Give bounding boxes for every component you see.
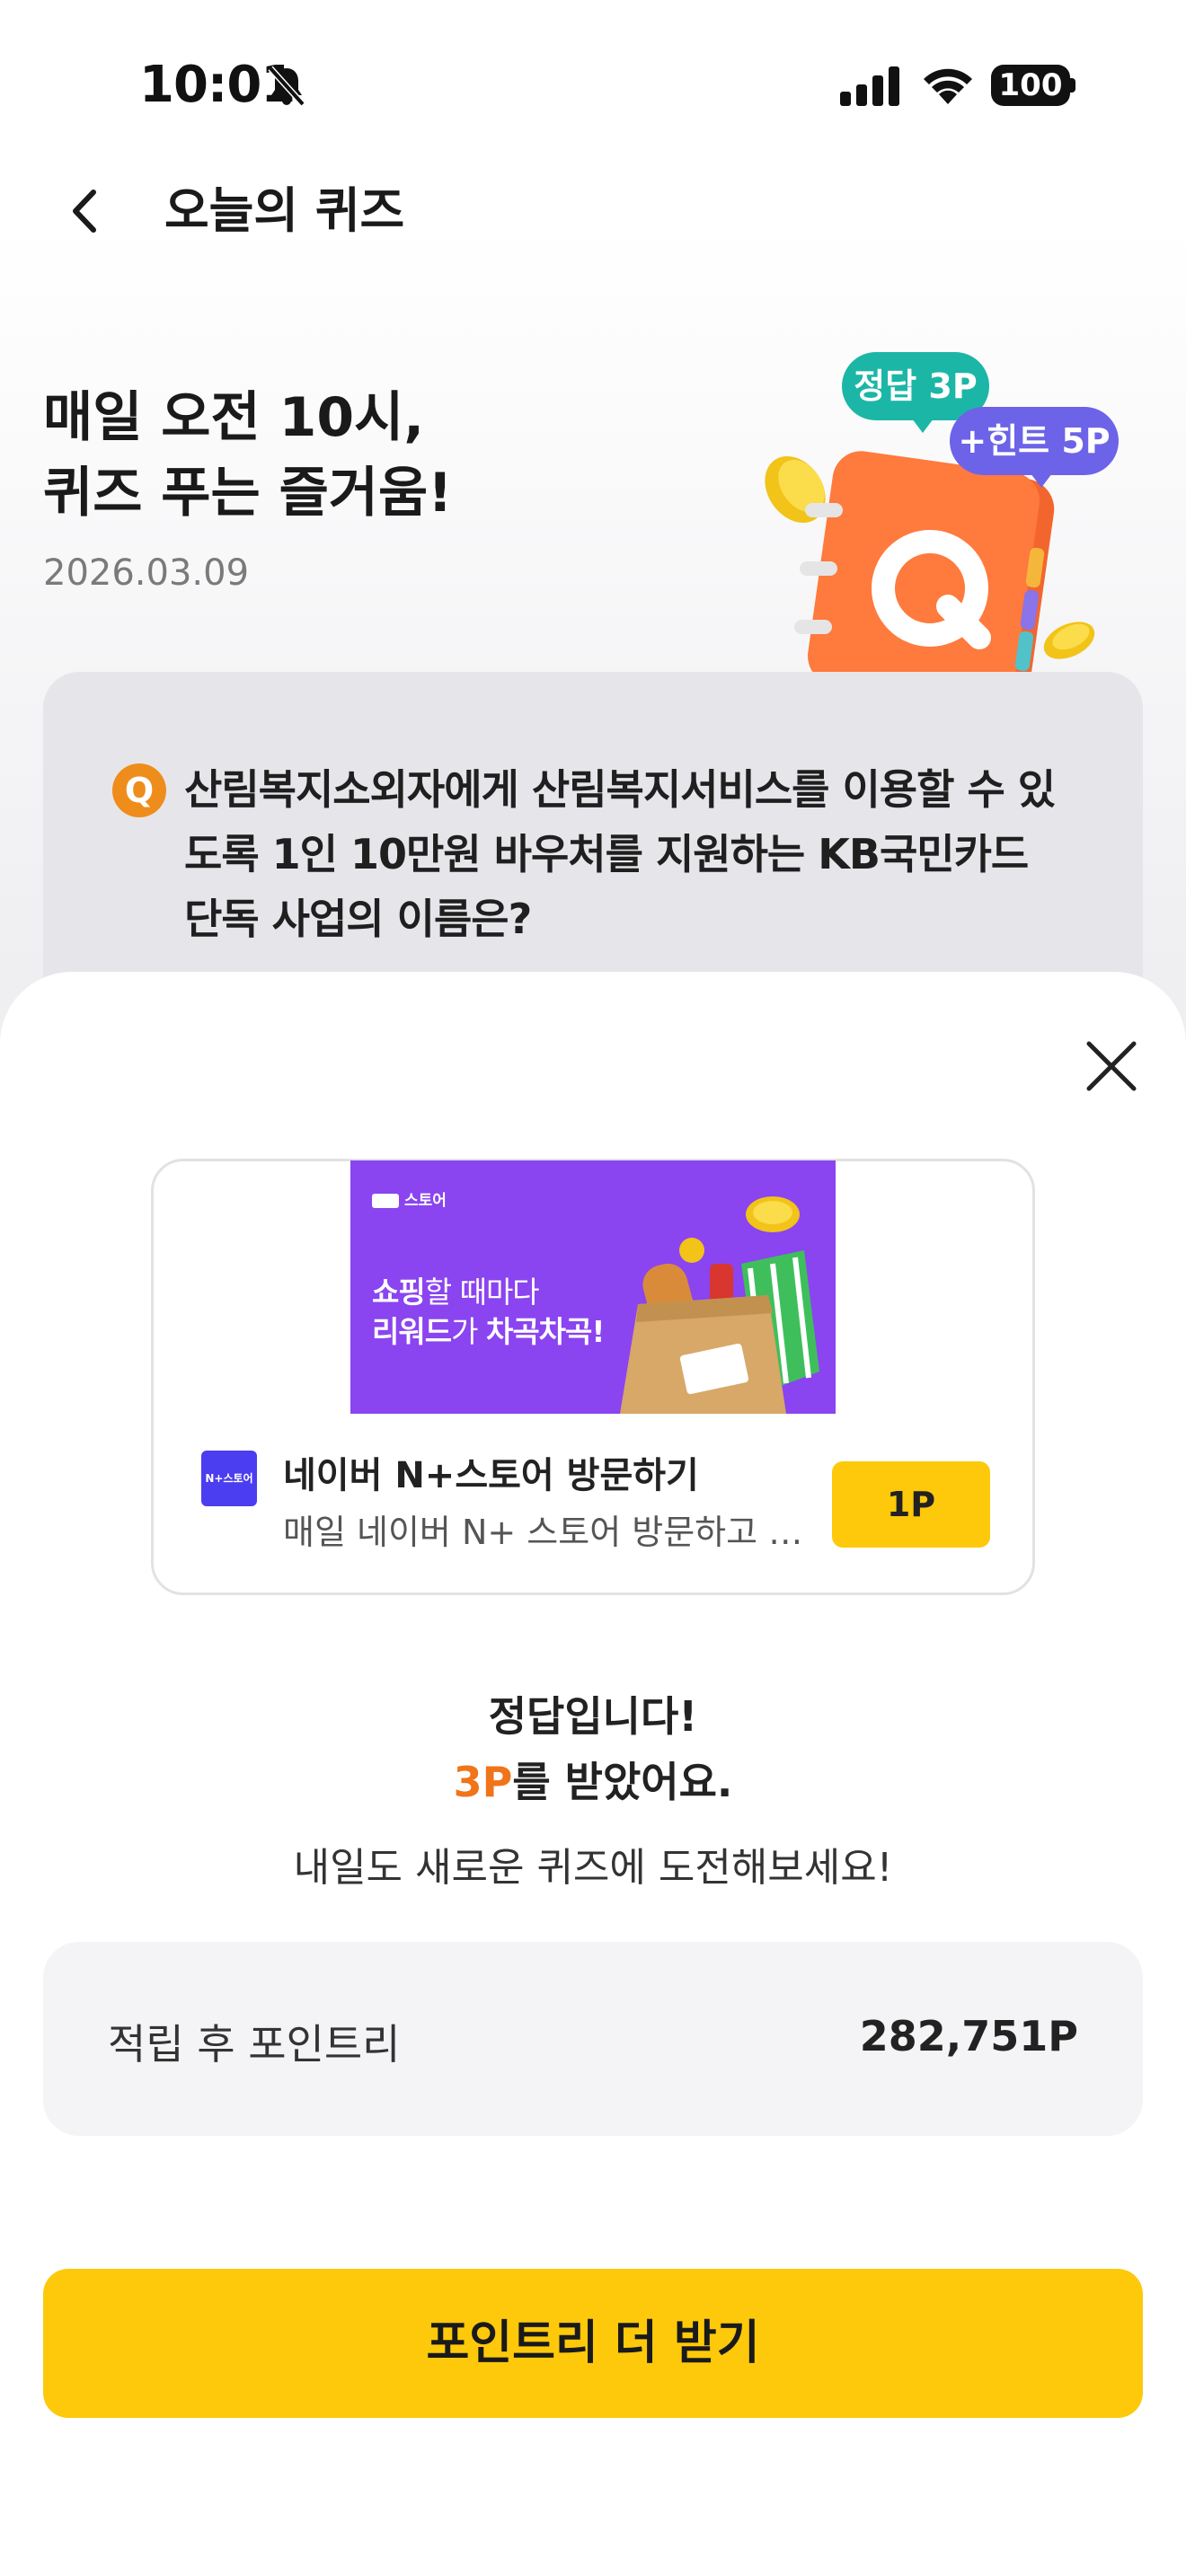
ad-title[interactable]: 네이버 N+스토어 방문하기 <box>283 1446 699 1498</box>
points-summary-label: 적립 후 포인트리 <box>108 2020 401 2069</box>
result-title-line2: 3P를 받았어요. <box>0 1750 1186 1809</box>
get-more-points-button[interactable]: 포인트리 더 받기 <box>43 2269 1143 2418</box>
battery-indicator: 100 <box>991 65 1075 106</box>
badge-hint-points: +힌트 5P <box>950 407 1119 488</box>
bell-muted-icon <box>268 66 305 107</box>
points-summary-value: 282,751P <box>859 2012 1078 2060</box>
ad-banner-brand: 스토어 <box>372 1187 447 1210</box>
question-text-line3: 단독 사업의 이름은? <box>184 895 532 943</box>
hero-headline-line1: 매일 오전 10시, <box>43 386 425 449</box>
ad-banner-copy-line2: 리워드가 차곡차곡! <box>372 1308 605 1351</box>
wifi-icon <box>924 68 972 104</box>
result-subtitle: 내일도 새로운 퀴즈에 도전해보세요! <box>293 1845 893 1891</box>
ad-copy-rest1: 할 때마다 <box>424 1275 540 1310</box>
earned-points: 3P <box>453 1758 513 1806</box>
shopping-bag-icon <box>620 1196 819 1414</box>
question-text-line1: 산림복지소외자에게 산림복지서비스를 이용할 수 있 <box>184 765 1056 814</box>
ad-description: 매일 네이버 N+ 스토어 방문하고 포인트 받기 <box>283 1513 804 1552</box>
ad-banner-brand-text: 스토어 <box>404 1192 447 1210</box>
question-badge-icon: Q <box>112 763 166 817</box>
battery-cap <box>1070 78 1075 93</box>
ad-copy-bold2: 리워드 <box>372 1314 452 1349</box>
cellular-signal-icon <box>840 66 899 106</box>
hero-headline-line2: 퀴즈 푸는 즐거움! <box>43 462 453 525</box>
ad-banner-copy-line1: 쇼핑할 때마다 <box>372 1268 540 1311</box>
ad-logo: N+스토어 <box>201 1451 257 1506</box>
quiz-date: 2026.03.09 <box>43 552 250 594</box>
ad-copy-bold1: 쇼핑 <box>372 1275 426 1310</box>
ad-point-button[interactable]: 1P <box>832 1461 990 1548</box>
question-text-line2: 도록 1인 10만원 바우처를 지원하는 KB국민카드 <box>184 830 1029 878</box>
status-bar: 10:01 100 <box>0 0 1186 171</box>
close-button[interactable] <box>1078 1033 1145 1099</box>
back-button[interactable] <box>54 180 117 243</box>
result-title-rest: 를 받았어요. <box>512 1758 733 1806</box>
ad-copy-mid2: 가 <box>451 1314 486 1349</box>
battery-level: 100 <box>991 65 1070 106</box>
n-plus-logo-icon <box>372 1194 399 1208</box>
page-title: 오늘의 퀴즈 <box>164 182 405 239</box>
ad-banner[interactable]: 스토어 쇼핑할 때마다 리워드가 차곡차곡! <box>350 1160 836 1414</box>
result-title-line1: 정답입니다! <box>488 1692 698 1741</box>
